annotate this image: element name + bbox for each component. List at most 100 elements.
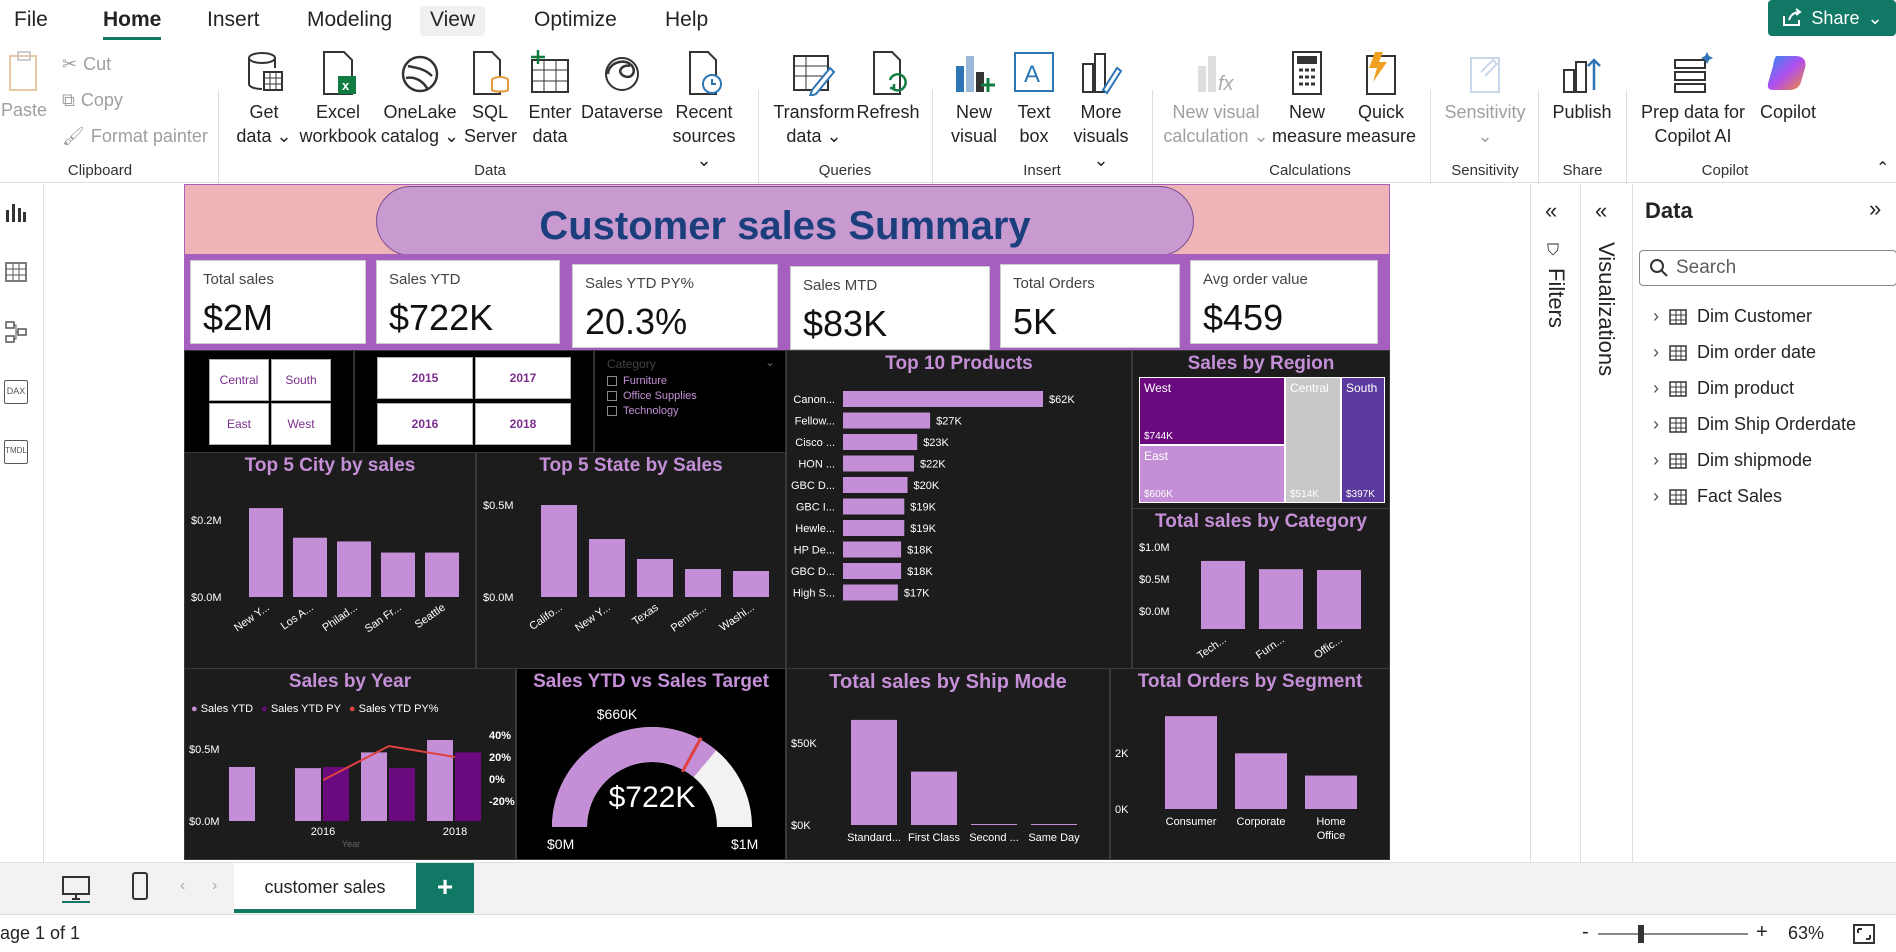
gauge-visual[interactable]: Sales YTD vs Sales Target $722K $660K $0… — [516, 668, 786, 860]
chevron-right-icon[interactable]: › — [1653, 342, 1659, 363]
add-page-button[interactable]: + — [416, 863, 474, 913]
recent-sources-button[interactable]: Recent sources ⌄ — [664, 50, 744, 172]
chevron-down-icon[interactable]: ⌄ — [765, 355, 775, 369]
new-visual-calculation-button[interactable]: fx New visual calculation ⌄ — [1162, 50, 1270, 148]
region-east[interactable]: East — [209, 403, 269, 445]
region-south[interactable]: South — [271, 359, 331, 401]
zoom-slider[interactable] — [1598, 933, 1748, 935]
category-furniture[interactable]: Furniture — [607, 375, 667, 387]
kpi-card-sales-ytd-py[interactable]: Sales YTD PY% 20.3% — [572, 264, 778, 348]
previous-page-icon[interactable]: ‹ — [180, 877, 185, 895]
tab-insert[interactable]: Insert — [197, 6, 270, 36]
search-box[interactable]: Search — [1639, 250, 1896, 286]
excel-workbook-button[interactable]: x Excel workbook — [296, 50, 380, 148]
treemap-west[interactable]: West $744K — [1139, 377, 1285, 445]
tmdl-view-icon[interactable]: TMDL — [4, 440, 28, 464]
chevron-right-icon[interactable]: › — [1653, 306, 1659, 327]
category-technology[interactable]: Technology — [607, 405, 679, 417]
kpi-card-total-sales[interactable]: Total sales $2M — [190, 260, 366, 344]
paste-button[interactable]: Paste — [0, 48, 48, 122]
more-visuals-button[interactable]: More visuals ⌄ — [1064, 50, 1138, 172]
table-item[interactable]: › Fact Sales — [1653, 486, 1782, 507]
table-item[interactable]: › Dim order date — [1653, 342, 1816, 363]
total-sales-category-visual[interactable]: Total sales by Category $1.0M $0.5M $0.0M T… — [1132, 508, 1390, 670]
share-button[interactable]: Share ⌄ — [1768, 0, 1896, 36]
kpi-card-avg-order[interactable]: Avg order value $459 — [1190, 260, 1378, 344]
chevron-right-icon[interactable]: › — [1653, 486, 1659, 507]
fit-to-page-icon[interactable] — [1852, 923, 1876, 945]
dataverse-button[interactable]: Dataverse — [578, 50, 666, 124]
new-visual-button[interactable]: New visual — [944, 50, 1004, 148]
zoom-in-button[interactable]: + — [1756, 921, 1768, 944]
sensitivity-button[interactable]: Sensitivity ⌄ — [1440, 50, 1530, 148]
chevron-right-icon[interactable]: › — [1653, 378, 1659, 399]
segment-visual[interactable]: Total Orders by Segment 2K 0K Consumer Corp… — [1110, 668, 1390, 860]
dax-query-view-icon[interactable]: DAX — [4, 380, 28, 404]
checkbox[interactable] — [607, 376, 617, 386]
zoom-out-button[interactable]: - — [1582, 921, 1589, 944]
ship-mode-visual[interactable]: Total sales by Ship Mode $50K $0K Standard… — [786, 668, 1110, 860]
tab-home[interactable]: Home — [93, 6, 171, 40]
tab-view[interactable]: View — [420, 6, 486, 36]
onelake-catalog-button[interactable]: OneLake catalog ⌄ — [380, 50, 460, 148]
treemap-south[interactable]: South $397K — [1341, 377, 1385, 503]
category-office-supplies[interactable]: Office Supplies — [607, 390, 697, 402]
year-2015[interactable]: 2015 — [377, 357, 473, 399]
filters-label[interactable]: Filters — [1543, 268, 1569, 328]
checkbox[interactable] — [607, 391, 617, 401]
top5-city-visual[interactable]: Top 5 City by sales $0.2M $0.0M New Y... Lo… — [184, 452, 476, 670]
top10-products-visual[interactable]: Top 10 Products Canon... $62K Fellow... $27… — [786, 350, 1132, 670]
collapse-left-icon[interactable]: « — [1595, 198, 1607, 224]
page-tab-customer-sales[interactable]: customer sales — [234, 863, 416, 913]
text-box-button[interactable]: A Text box — [1006, 50, 1062, 148]
tab-optimize[interactable]: Optimize — [524, 6, 627, 36]
publish-button[interactable]: Publish — [1548, 50, 1616, 124]
next-page-icon[interactable]: › — [212, 877, 217, 895]
prep-data-copilot-button[interactable]: Prep data for Copilot AI — [1638, 50, 1748, 148]
kpi-card-sales-mtd[interactable]: Sales MTD $83K — [790, 266, 990, 350]
tab-file[interactable]: File — [4, 6, 58, 36]
top5-state-visual[interactable]: Top 5 State by Sales $0.5M $0.0M Califo...… — [476, 452, 786, 670]
table-view-icon[interactable] — [4, 260, 28, 284]
sql-server-button[interactable]: SQL Server — [464, 50, 517, 148]
report-view-icon[interactable] — [4, 200, 28, 224]
enter-data-button[interactable]: Enter data — [522, 50, 578, 148]
copy-button[interactable]: ⧉ Copy — [62, 90, 123, 111]
visualizations-label[interactable]: Visualizations — [1593, 242, 1619, 376]
transform-data-button[interactable]: Transform data ⌄ — [772, 50, 856, 148]
mobile-layout-icon[interactable] — [130, 871, 152, 901]
kpi-card-total-orders[interactable]: Total Orders 5K — [1000, 264, 1180, 348]
zoom-slider-thumb[interactable] — [1638, 925, 1644, 943]
checkbox[interactable] — [607, 406, 617, 416]
model-view-icon[interactable] — [4, 320, 28, 344]
kpi-card-sales-ytd[interactable]: Sales YTD $722K — [376, 260, 560, 344]
treemap-east[interactable]: East $606K — [1139, 445, 1285, 503]
expand-right-icon[interactable]: » — [1869, 196, 1881, 222]
sales-by-region-visual[interactable]: Sales by Region West $744K Central $514K S… — [1132, 350, 1390, 510]
table-item[interactable]: › Dim Customer — [1653, 306, 1812, 327]
collapse-ribbon-icon[interactable]: ⌃ — [1876, 158, 1889, 178]
cut-button[interactable]: ✂ Cut — [62, 54, 111, 75]
sales-by-year-visual[interactable]: Sales by Year ● Sales YTD ● Sales YTD PY… — [184, 668, 516, 860]
tab-modeling[interactable]: Modeling — [297, 6, 402, 36]
year-2018[interactable]: 2018 — [475, 403, 571, 445]
year-2016[interactable]: 2016 — [377, 403, 473, 445]
format-painter-button[interactable]: 🖌 Format painter — [62, 126, 208, 147]
new-measure-button[interactable]: New measure — [1270, 50, 1344, 148]
region-central[interactable]: Central — [209, 359, 269, 401]
refresh-button[interactable]: Refresh — [856, 50, 920, 124]
treemap-central[interactable]: Central $514K — [1285, 377, 1341, 503]
table-item[interactable]: › Dim Ship Orderdate — [1653, 414, 1856, 435]
chevron-right-icon[interactable]: › — [1653, 414, 1659, 435]
quick-measure-button[interactable]: Quick measure — [1344, 50, 1418, 148]
tab-help[interactable]: Help — [655, 6, 718, 36]
year-2017[interactable]: 2017 — [475, 357, 571, 399]
get-data-button[interactable]: Get data ⌄ — [232, 50, 296, 148]
desktop-layout-icon[interactable] — [60, 875, 92, 903]
table-item[interactable]: › Dim product — [1653, 378, 1794, 399]
copilot-button[interactable]: Copilot — [1752, 50, 1824, 124]
collapse-left-icon[interactable]: « — [1545, 198, 1557, 224]
table-item[interactable]: › Dim shipmode — [1653, 450, 1812, 471]
region-west[interactable]: West — [271, 403, 331, 445]
chevron-right-icon[interactable]: › — [1653, 450, 1659, 471]
